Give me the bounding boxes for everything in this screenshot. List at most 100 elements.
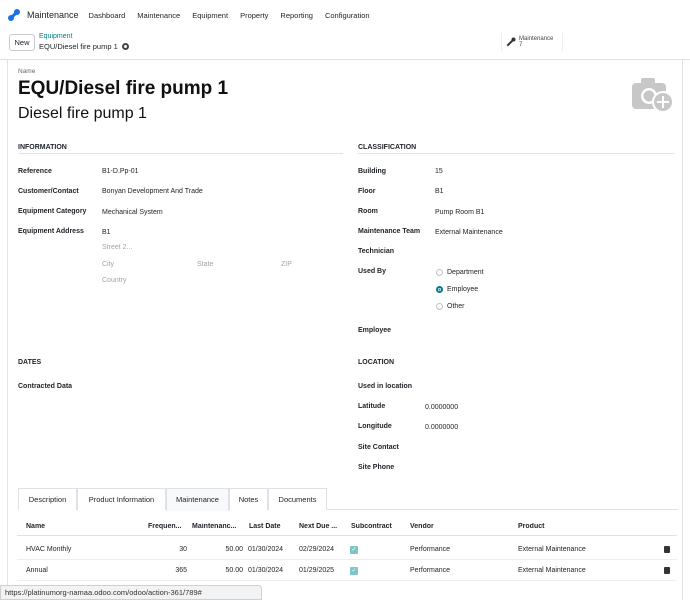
smart-button-text: Maintenance 7 [519,36,553,49]
category-field[interactable]: Mechanical System [102,209,163,216]
team-field[interactable]: External Maintenance [435,229,503,236]
category-label: Equipment Category [18,208,87,215]
row-product[interactable]: External Maintenance [518,567,586,574]
nav-dashboard[interactable]: Dashboard [89,11,126,20]
trash-icon[interactable] [664,546,670,553]
col-frequency[interactable]: Frequen... [148,523,188,530]
nav-reporting[interactable]: Reporting [280,11,313,20]
radio-other-label[interactable]: Other [447,303,465,310]
section-location: LOCATION [358,359,395,366]
building-field[interactable]: 15 [435,168,443,175]
subcontract-checkbox[interactable]: ✓ [350,546,358,554]
table-row[interactable]: HVAC Monthly 30 50.00 01/30/2024 02/29/2… [17,539,677,560]
col-name[interactable]: Name [26,523,76,530]
wrench-icon [505,37,516,48]
subcontract-checkbox[interactable]: ✓ [350,567,358,575]
customer-label: Customer/Contact [18,188,79,195]
gear-icon[interactable] [121,43,129,50]
row-vendor[interactable]: Performance [410,546,450,553]
row-frequency[interactable]: 365 [157,567,187,574]
col-last-date[interactable]: Last Date [249,523,294,530]
new-button[interactable]: New [9,34,35,51]
contracted-label: Contracted Data [18,383,73,390]
tab-description[interactable]: Description [18,488,77,510]
used-by-label: Used By [358,268,387,275]
country-field[interactable]: Country [102,277,127,284]
row-last-date[interactable]: 01/30/2024 [248,567,283,574]
control-panel: New Equipment EQU/Diesel fire pump 1 Mai… [0,30,690,60]
col-maintenance[interactable]: Maintenanc... [192,523,244,530]
tab-notes[interactable]: Notes [229,488,268,510]
section-divider [358,153,674,154]
equipment-subtitle[interactable]: Diesel fire pump 1 [18,105,147,123]
site-contact-label: Site Contact [358,444,399,451]
floor-label: Floor [358,188,376,195]
row-frequency[interactable]: 30 [157,546,187,553]
top-navbar: Maintenance Dashboard Maintenance Equipm… [0,0,690,30]
app-name[interactable]: Maintenance [27,10,79,20]
room-label: Room [358,208,378,215]
employee-label: Employee [358,327,392,334]
city-field[interactable]: City [102,261,114,268]
radio-department[interactable] [436,269,443,276]
street2-field[interactable]: Street 2... [102,244,132,251]
nav-maintenance[interactable]: Maintenance [137,11,180,20]
col-next-due[interactable]: Next Due ... [299,523,347,530]
row-maintenance[interactable]: 50.00 [207,567,243,574]
row-last-date[interactable]: 01/30/2024 [248,546,283,553]
equipment-title[interactable]: EQU/Diesel fire pump 1 [18,78,228,100]
breadcrumb-current: EQU/Diesel fire pump 1 [39,42,129,51]
maintenance-app-icon[interactable] [7,8,21,22]
trash-icon[interactable] [664,567,670,574]
radio-other[interactable] [436,303,443,310]
col-product[interactable]: Product [518,523,558,530]
status-url-bar: https://platinumorg-namaa.odoo.com/odoo/… [0,585,262,600]
row-maintenance[interactable]: 50.00 [207,546,243,553]
col-subcontract[interactable]: Subcontract [351,523,401,530]
latitude-label: Latitude [358,403,386,410]
table-row[interactable]: Annual 365 50.00 01/30/2024 01/29/2025 ✓… [17,560,677,581]
building-label: Building [358,168,386,175]
col-vendor[interactable]: Vendor [410,523,450,530]
section-information: INFORMATION [18,144,67,151]
used-in-location-label: Used in location [358,383,413,390]
name-label: Name [18,68,36,75]
radio-department-label[interactable]: Department [447,269,484,276]
floor-field[interactable]: B1 [435,188,444,195]
maintenance-table-header: Name Frequen... Maintenanc... Last Date … [17,519,677,536]
breadcrumb-equipment[interactable]: Equipment [39,33,72,40]
state-field[interactable]: State [197,261,213,268]
latitude-field[interactable]: 0.0000000 [425,404,458,411]
nav-configuration[interactable]: Configuration [325,11,370,20]
section-divider [18,153,343,154]
smart-button-label: Maintenance [519,35,554,42]
technician-label: Technician [358,248,395,255]
camera-add-icon[interactable] [631,75,675,113]
address-field[interactable]: B1 [102,229,111,236]
customer-field[interactable]: Bonyan Development And Trade [102,188,203,195]
nav-property[interactable]: Property [240,11,268,20]
zip-field[interactable]: ZIP [281,261,292,268]
row-name[interactable]: HVAC Monthly [26,546,71,553]
row-name[interactable]: Annual [26,567,48,574]
room-field[interactable]: Pump Room B1 [435,209,484,216]
nav-equipment[interactable]: Equipment [192,11,228,20]
breadcrumb-current-label: EQU/Diesel fire pump 1 [39,42,118,51]
tab-maintenance[interactable]: Maintenance [166,488,229,511]
longitude-field[interactable]: 0.0000000 [425,424,458,431]
row-next-due[interactable]: 02/29/2024 [299,546,334,553]
row-next-due[interactable]: 01/29/2025 [299,567,334,574]
site-phone-label: Site Phone [358,464,395,471]
row-vendor[interactable]: Performance [410,567,450,574]
radio-employee-label[interactable]: Employee [447,286,478,293]
row-product[interactable]: External Maintenance [518,546,586,553]
tab-documents[interactable]: Documents [268,488,327,510]
maintenance-smart-button[interactable]: Maintenance 7 [501,33,563,51]
radio-employee[interactable] [436,286,443,293]
team-label: Maintenance Team [358,228,421,235]
smart-button-count: 7 [519,42,523,48]
reference-field[interactable]: B1-D.Pp-01 [102,168,139,175]
section-dates: DATES [18,359,42,366]
longitude-label: Longitude [358,423,392,430]
tab-product-information[interactable]: Product Information [77,488,166,510]
